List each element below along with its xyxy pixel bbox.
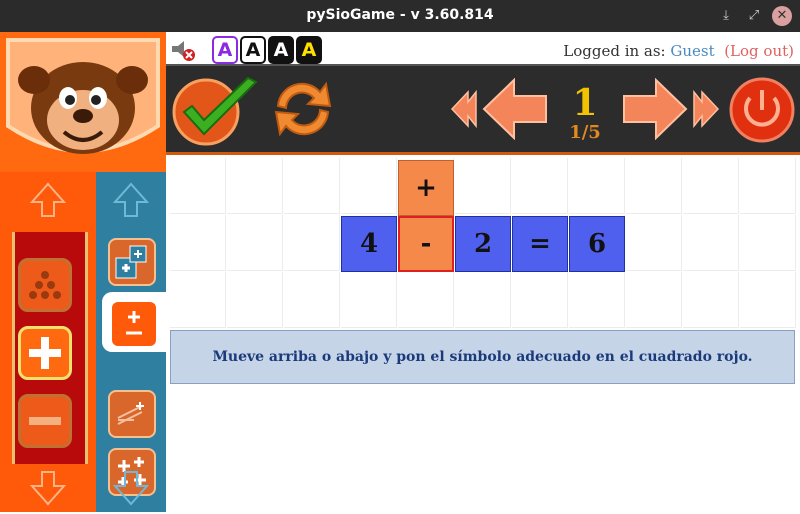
grid-cell <box>455 158 511 214</box>
window-titlebar: pySioGame - v 3.60.814 ⤓ ⤢ ✕ <box>0 0 800 32</box>
grid-cell <box>683 272 739 328</box>
scroll-up-right-button[interactable] <box>96 174 166 226</box>
close-icon[interactable]: ✕ <box>772 6 792 26</box>
scroll-up-left-button[interactable] <box>0 174 96 226</box>
grid-cell <box>740 158 796 214</box>
power-icon[interactable] <box>728 76 796 144</box>
grid-cell <box>512 158 568 214</box>
dots-icon <box>29 271 61 299</box>
refresh-icon[interactable] <box>268 76 338 142</box>
category-subtraction-button[interactable] <box>18 394 72 448</box>
grid-cell <box>626 215 682 271</box>
grid-cell <box>740 215 796 271</box>
grid-cell <box>398 272 454 328</box>
grid-cell <box>170 158 226 214</box>
category-counting-button[interactable] <box>18 258 72 312</box>
grid-cell <box>284 158 340 214</box>
grid-cell <box>170 272 226 328</box>
window-title: pySioGame - v 3.60.814 <box>306 7 494 23</box>
level-number: 1 <box>572 82 598 124</box>
minimize-icon[interactable]: ⤓ <box>716 6 736 26</box>
level-progress: 1/5 <box>569 122 601 143</box>
plus-icon <box>29 337 61 369</box>
game-plus-tiles-button[interactable] <box>108 238 156 286</box>
grid-cell <box>512 272 568 328</box>
grid-cell <box>683 158 739 214</box>
game-board: + 4 - 2 = 6 <box>170 158 797 328</box>
grid-cell <box>683 215 739 271</box>
game-toolbar <box>166 66 800 155</box>
logout-link[interactable]: (Log out) <box>724 42 794 60</box>
previous-level-icon[interactable] <box>450 78 550 140</box>
info-bar: A A A A Logged in as: Guest (Log out) <box>166 32 800 66</box>
grid-cell <box>227 272 283 328</box>
grid-cell <box>626 158 682 214</box>
selected-operator-tile[interactable]: - <box>398 216 454 272</box>
plus-minus-icon <box>126 311 142 335</box>
game-plus-minus-button[interactable] <box>110 300 158 348</box>
next-level-icon[interactable] <box>620 78 720 140</box>
grid-cell <box>569 272 625 328</box>
instruction-text: Mueve arriba o abajo y pon el símbolo ad… <box>170 330 795 384</box>
grid-cell <box>284 272 340 328</box>
user-name-link[interactable]: Guest <box>670 42 714 60</box>
minus-icon <box>29 417 61 425</box>
scroll-down-left-button[interactable] <box>0 462 96 514</box>
grid-cell <box>284 215 340 271</box>
operator-option-tile[interactable]: + <box>398 160 454 216</box>
check-answer-icon[interactable] <box>170 74 260 146</box>
font-size-xlarge-button[interactable]: A <box>296 36 322 64</box>
font-size-large-button[interactable]: A <box>268 36 294 64</box>
grid-cell <box>455 272 511 328</box>
game-comparison-button[interactable] <box>108 390 156 438</box>
plus-tiles-icon <box>115 245 147 279</box>
login-status: Logged in as: Guest (Log out) <box>563 42 794 60</box>
scroll-down-right-button[interactable] <box>96 462 166 514</box>
font-size-small-button[interactable]: A <box>212 36 238 64</box>
equals-tile: = <box>512 216 568 272</box>
number-tile: 2 <box>455 216 511 272</box>
logo-area <box>0 32 166 172</box>
font-size-medium-button[interactable]: A <box>240 36 266 64</box>
grid-cell <box>626 272 682 328</box>
grid-cell <box>227 158 283 214</box>
grid-cell <box>341 272 397 328</box>
arrow-down-icon <box>112 471 150 506</box>
maximize-icon[interactable]: ⤢ <box>744 6 764 26</box>
arrow-down-icon <box>29 471 67 506</box>
category-addition-button[interactable] <box>18 326 72 380</box>
grid-cell <box>569 158 625 214</box>
number-tile: 4 <box>341 216 397 272</box>
sound-muted-icon[interactable] <box>170 38 196 62</box>
grid-cell <box>740 272 796 328</box>
result-tile: 6 <box>569 216 625 272</box>
mascot-logo-icon <box>6 38 160 154</box>
arrow-up-icon <box>112 182 150 217</box>
grid-cell <box>341 158 397 214</box>
login-prefix: Logged in as: <box>563 42 666 60</box>
comparison-icon <box>117 402 144 425</box>
left-panel <box>0 32 166 512</box>
arrow-up-icon <box>29 182 67 217</box>
grid-cell <box>227 215 283 271</box>
grid-cell <box>170 215 226 271</box>
